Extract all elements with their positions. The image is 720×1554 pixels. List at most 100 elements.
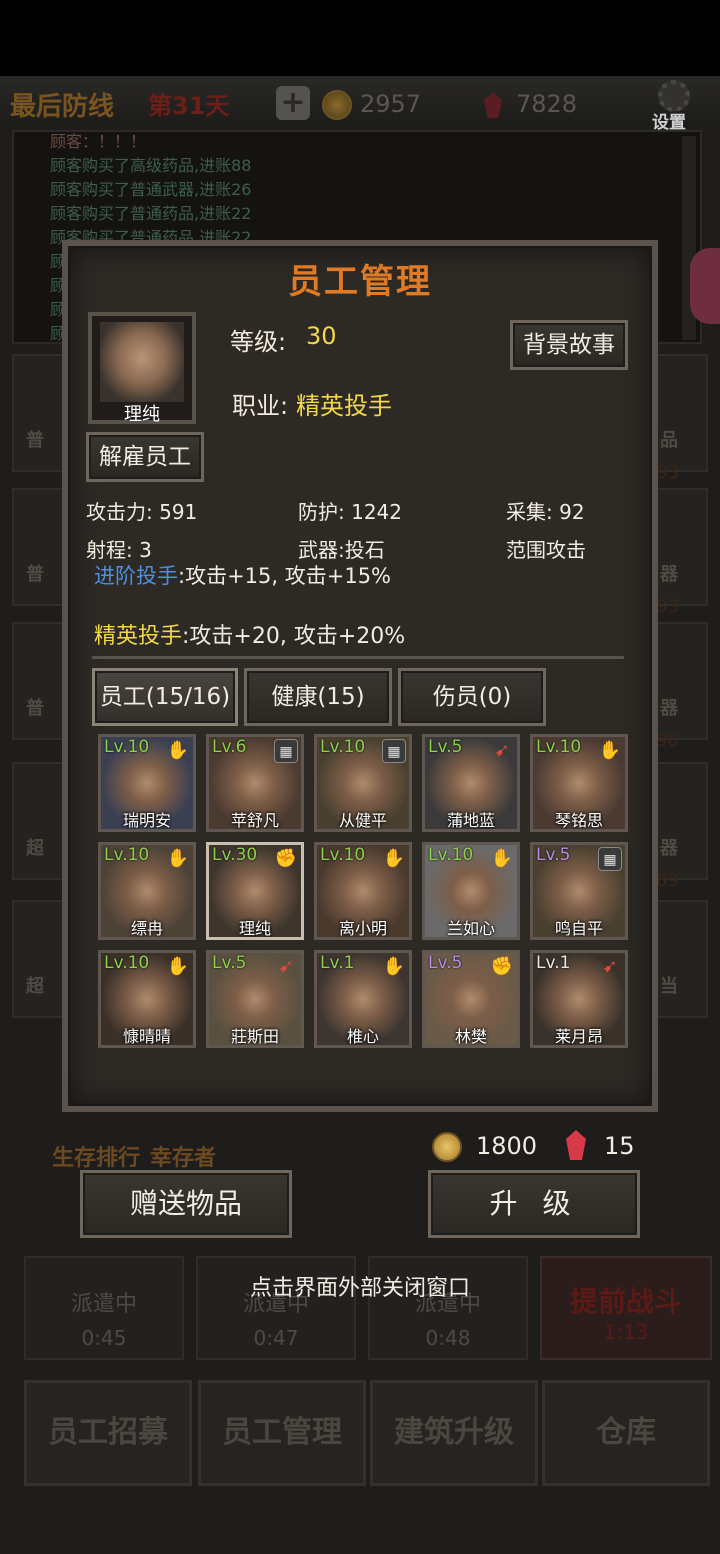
employee-card[interactable]: Lv.5 ✊ 林樊 [422,950,520,1048]
game-title: 最后防线 [10,92,115,122]
employee-card[interactable]: Lv.10 ✋ 瑞明安 [98,734,196,832]
employee-card[interactable]: Lv.6 ▦ 苹舒凡 [206,734,304,832]
settings-button[interactable]: 设置 [648,80,702,133]
background-story-button[interactable]: 背景故事 [510,320,628,370]
nav-recruit[interactable]: 员工招募 [24,1380,192,1486]
employee-name: 鸣自平 [554,919,603,938]
employee-name: 林樊 [454,1027,487,1046]
job-label: 职业: [232,392,289,420]
gold-coin-icon [432,1132,462,1162]
skill-advanced: 进阶投手:攻击+15, 攻击+15% [94,560,391,590]
bow-icon: ➹ [278,956,294,977]
gift-item-button[interactable]: 赠送物品 [80,1170,292,1238]
log-line: 顾客购买了普通药品,进账22 [50,204,252,223]
tab-employees[interactable]: 员工(15/16) [92,668,238,726]
employee-level: Lv.6 [212,737,247,757]
stat-gather: 采集: 92 [506,500,585,524]
employee-level: Lv.5 [536,845,571,865]
employee-name: 缥冉 [130,919,163,938]
level-label: 等级: [230,328,287,356]
employee-name: 莱月昂 [554,1027,603,1046]
bow-icon: ➹ [602,956,618,977]
nav-building-upgrade[interactable]: 建筑升级 [370,1380,538,1486]
employee-level: Lv.5 [212,953,247,973]
shop-row-price: 90 [656,730,679,751]
log-line: 顾客购买了高级药品,进账88 [50,156,252,175]
nav-warehouse[interactable]: 仓库 [542,1380,710,1486]
employee-name: 慷晴晴 [122,1027,171,1046]
employee-name: 离小明 [338,919,387,938]
nav-employee-management[interactable]: 员工管理 [198,1380,366,1486]
dispatch-timer: 0:45 [81,1326,127,1350]
hand-icon: ✋ [166,740,190,761]
employee-level: Lv.5 [428,953,463,973]
gold-amount: 2957 [360,90,422,118]
log-line: 顾客：！！！ [50,132,147,151]
employee-card[interactable]: Lv.1 ➹ 莱月昂 [530,950,628,1048]
employee-level: Lv.10 [536,737,582,757]
employee-card[interactable]: Lv.30 ✊ 理纯 [206,842,304,940]
grid-icon: ▦ [274,739,298,763]
skill-advanced-name: 进阶投手 [94,564,178,588]
divider [92,656,624,659]
fist-icon: ✊ [490,956,514,977]
grid-icon: ▦ [598,847,622,871]
hand-icon: ✋ [166,956,190,977]
employee-level: Lv.10 [104,737,150,757]
shop-row-label: 超 [26,976,44,997]
bow-icon: ➹ [494,740,510,761]
add-currency-button[interactable]: + [276,86,310,120]
dialog-title: 员工管理 [288,262,432,302]
stat-weapon: 武器:投石 [298,538,385,562]
portrait-name: 理纯 [124,404,160,425]
upgrade-button[interactable]: 升 级 [428,1170,640,1238]
shop-row-type: 品 [660,430,678,451]
gold-coin-icon [322,90,352,120]
shop-row-label: 普 [26,698,44,719]
early-battle-timer: 1:13 [603,1320,649,1344]
employee-level: Lv.10 [320,737,366,757]
hand-icon: ✋ [382,848,406,869]
day-counter: 第31天 [148,92,230,120]
employee-card[interactable]: Lv.10 ▦ 从健平 [314,734,412,832]
gem-amount: 7828 [516,90,578,118]
stat-attack: 攻击力: 591 [86,500,198,524]
employee-name: 从健平 [338,811,387,830]
bg-tab-survivor: 幸存者 [150,1146,217,1171]
employee-card[interactable]: Lv.10 ✋ 兰如心 [422,842,520,940]
employee-portrait: 理纯 [88,312,196,425]
skill-elite-name: 精英投手 [94,624,183,649]
employee-card[interactable]: Lv.1 ✋ 椎心 [314,950,412,1048]
upgrade-gold-cost: 1800 [476,1132,538,1160]
employee-name: 理纯 [238,919,271,938]
dispatch-timer: 0:47 [253,1326,299,1350]
employee-level: Lv.10 [104,953,150,973]
side-badge[interactable] [690,248,720,324]
skill-elite: 精英投手:攻击+20, 攻击+20% [94,618,405,650]
upgrade-gem-cost: 15 [604,1132,635,1160]
employee-card[interactable]: Lv.5 ➹ 蒲地蓝 [422,734,520,832]
shop-row-label: 超 [26,838,44,859]
bg-tab-rank: 生存排行 [52,1146,141,1171]
employee-card[interactable]: Lv.10 ✋ 缥冉 [98,842,196,940]
tab-healthy[interactable]: 健康(15) [244,668,392,726]
employee-level: Lv.5 [428,737,463,757]
employee-card[interactable]: Lv.5 ➹ 莊斯田 [206,950,304,1048]
employee-card[interactable]: Lv.10 ✋ 离小明 [314,842,412,940]
employee-name: 兰如心 [446,919,495,938]
shop-row-label: 普 [26,564,44,585]
dispatch-timer: 0:48 [425,1326,471,1350]
fire-employee-button[interactable]: 解雇员工 [86,432,204,482]
employee-name: 蒲地蓝 [446,811,495,830]
tab-injured[interactable]: 伤员(0) [398,668,546,726]
hand-icon: ✋ [490,848,514,869]
stat-special: 范围攻击 [506,538,586,562]
job-value: 精英投手 [296,392,392,420]
portrait-image [100,322,184,402]
shop-row-type: 器 [660,564,678,585]
employee-name: 莊斯田 [230,1027,279,1046]
employee-card[interactable]: Lv.10 ✋ 慷晴晴 [98,950,196,1048]
employee-card[interactable]: Lv.10 ✋ 琴铭思 [530,734,628,832]
employee-card[interactable]: Lv.5 ▦ 鸣自平 [530,842,628,940]
fist-icon: ✊ [274,848,298,869]
